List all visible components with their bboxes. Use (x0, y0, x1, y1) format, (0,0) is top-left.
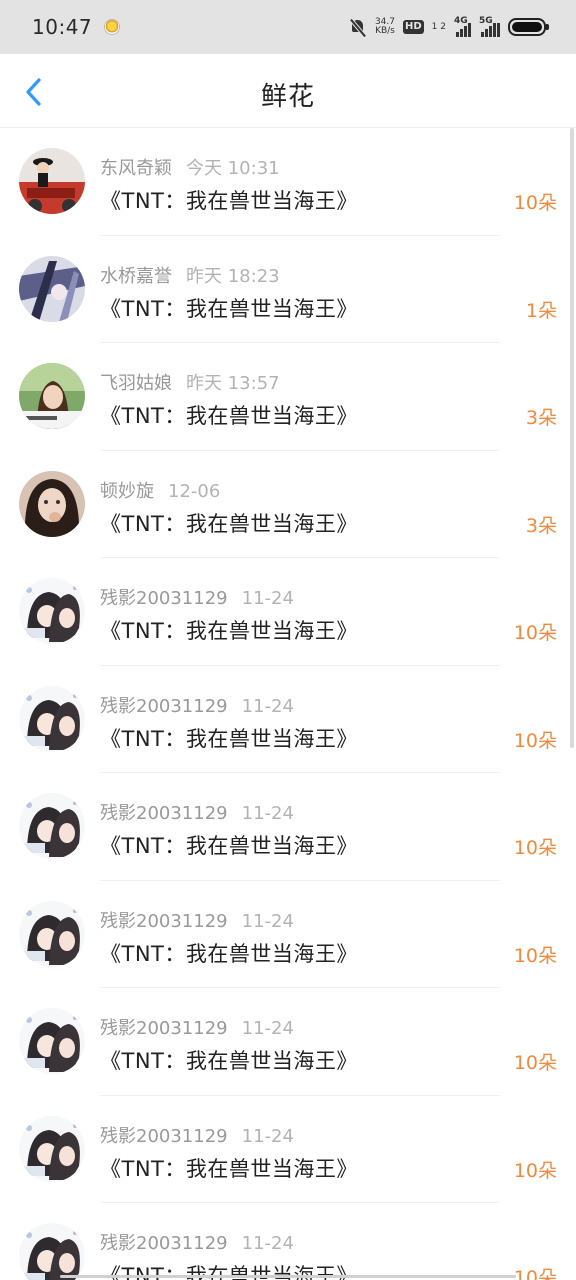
record-meta: 残影20031129 11-24 (100, 1014, 294, 1040)
sender-name: 残影20031129 (100, 1018, 228, 1039)
record-time: 今天 10:31 (186, 158, 280, 179)
sender-name: 东风奇颖 (100, 158, 172, 179)
avatar[interactable] (19, 470, 85, 537)
record-time: 11-24 (241, 803, 294, 824)
record-time: 11-24 (241, 910, 294, 932)
avatar[interactable] (19, 900, 85, 967)
flower-count: 10朵 (513, 944, 557, 967)
list-item[interactable]: 残影20031129 11-24 《TNT：我在兽世当海王》 10朵 (0, 666, 576, 774)
avatar[interactable] (19, 255, 85, 322)
sender-name: 水桥嘉誉 (100, 265, 172, 287)
record-time: 11-24 (241, 588, 294, 609)
status-bar: 10:47 34.7 KB/s HD 1 2 4G 5G (0, 0, 576, 54)
flower-count: 10朵 (513, 1052, 557, 1074)
book-title: 《TNT：我在兽世当海王》 (100, 189, 358, 213)
flower-count: 10朵 (513, 837, 557, 859)
notification-app-icon (104, 19, 121, 35)
record-meta: 水桥嘉誉 昨天 18:23 (100, 262, 280, 288)
flower-count: 1朵 (525, 299, 557, 322)
record-meta: 残影20031129 11-24 (100, 584, 294, 610)
record-time: 11-24 (241, 1125, 294, 1147)
book-title: 《TNT：我在兽世当海王》 (100, 941, 358, 966)
status-indicators: 34.7 KB/s HD 1 2 4G 5G (349, 16, 549, 37)
list-item[interactable]: 东风奇颖 今天 10:31 《TNT：我在兽世当海王》 10朵 (0, 128, 576, 236)
record-time: 11-24 (241, 695, 294, 717)
avatar[interactable] (19, 685, 85, 752)
record-time: 12-06 (168, 480, 221, 502)
sender-name: 残影20031129 (100, 910, 228, 932)
flower-count: 10朵 (513, 729, 557, 752)
record-meta: 残影20031129 11-24 (100, 1229, 294, 1255)
network-speed: 34.7 KB/s (375, 18, 395, 36)
flower-count: 10朵 (513, 1267, 557, 1280)
list-item[interactable]: 残影20031129 11-24 《TNT：我在兽世当海王》 10朵 (0, 1203, 576, 1280)
book-title: 《TNT：我在兽世当海王》 (100, 834, 358, 858)
signal-5g-label: 5G (479, 16, 493, 26)
record-time: 11-24 (241, 1018, 294, 1039)
book-title: 《TNT：我在兽世当海王》 (100, 296, 358, 321)
home-indicator[interactable] (60, 1275, 516, 1278)
flower-count: 10朵 (513, 1159, 557, 1182)
list-item[interactable]: 残影20031129 11-24 《TNT：我在兽世当海王》 10朵 (0, 558, 576, 666)
flower-count: 10朵 (513, 192, 557, 214)
list-item[interactable]: 残影20031129 11-24 《TNT：我在兽世当海王》 10朵 (0, 1096, 576, 1204)
sender-name: 飞羽姑娘 (100, 373, 172, 394)
flower-count: 10朵 (513, 622, 557, 644)
sender-name: 残影20031129 (100, 1125, 228, 1147)
record-time: 昨天 13:57 (186, 373, 280, 394)
book-title: 《TNT：我在兽世当海王》 (100, 1156, 358, 1181)
avatar[interactable] (19, 148, 85, 214)
sender-name: 顿妙旋 (100, 480, 154, 502)
record-meta: 顿妙旋 12-06 (100, 477, 220, 503)
list-item[interactable]: 飞羽姑娘 昨天 13:57 《TNT：我在兽世当海王》 3朵 (0, 343, 576, 451)
list-item[interactable]: 残影20031129 11-24 《TNT：我在兽世当海王》 10朵 (0, 773, 576, 881)
hd-badge: HD (403, 20, 424, 34)
page-title: 鲜花 (260, 82, 315, 112)
record-meta: 残影20031129 11-24 (100, 692, 294, 718)
sender-name: 残影20031129 (100, 695, 228, 717)
record-time: 昨天 18:23 (186, 265, 280, 287)
nav-bar: 鲜花 (0, 54, 576, 128)
avatar[interactable] (19, 363, 85, 429)
flower-record-list: 东风奇颖 今天 10:31 《TNT：我在兽世当海王》 10朵 水桥嘉誉 昨天 18… (0, 128, 576, 1280)
book-title: 《TNT：我在兽世当海王》 (100, 619, 358, 643)
book-title: 《TNT：我在兽世当海王》 (100, 726, 358, 751)
sender-name: 残影20031129 (100, 1233, 228, 1254)
record-meta: 东风奇颖 今天 10:31 (100, 154, 280, 180)
signal-4g-label: 4G (454, 16, 468, 26)
avatar[interactable] (19, 1223, 85, 1280)
book-title: 《TNT：我在兽世当海王》 (100, 1049, 358, 1073)
signal-5g-icon: 5G (479, 16, 500, 37)
battery-level (512, 22, 542, 32)
record-time: 11-24 (241, 1233, 294, 1254)
bell-off-icon (349, 18, 367, 36)
sender-name: 残影20031129 (100, 588, 228, 609)
hd-sub: 1 2 (431, 21, 446, 32)
avatar[interactable] (19, 793, 85, 859)
record-meta: 飞羽姑娘 昨天 13:57 (100, 369, 280, 395)
network-speed-unit: KB/s (375, 26, 395, 36)
list-item[interactable]: 残影20031129 11-24 《TNT：我在兽世当海王》 10朵 (0, 988, 576, 1096)
record-meta: 残影20031129 11-24 (100, 1122, 294, 1148)
signal-4g-icon: 4G (454, 16, 471, 37)
avatar[interactable] (19, 578, 85, 644)
avatar[interactable] (19, 1115, 85, 1182)
scrollbar[interactable] (570, 128, 574, 748)
record-meta: 残影20031129 11-24 (100, 799, 294, 825)
status-time: 10:47 (32, 15, 93, 39)
book-title: 《TNT：我在兽世当海王》 (100, 404, 358, 428)
record-meta: 残影20031129 11-24 (100, 907, 294, 933)
battery-icon (508, 18, 549, 36)
list-item[interactable]: 顿妙旋 12-06 《TNT：我在兽世当海王》 3朵 (0, 451, 576, 559)
avatar[interactable] (19, 1008, 85, 1074)
book-title: 《TNT：我在兽世当海王》 (100, 511, 358, 536)
list-item[interactable]: 水桥嘉誉 昨天 18:23 《TNT：我在兽世当海王》 1朵 (0, 236, 576, 344)
list-item[interactable]: 残影20031129 11-24 《TNT：我在兽世当海王》 10朵 (0, 881, 576, 989)
flower-count: 3朵 (525, 407, 557, 429)
sender-name: 残影20031129 (100, 803, 228, 824)
flower-count: 3朵 (525, 514, 557, 537)
